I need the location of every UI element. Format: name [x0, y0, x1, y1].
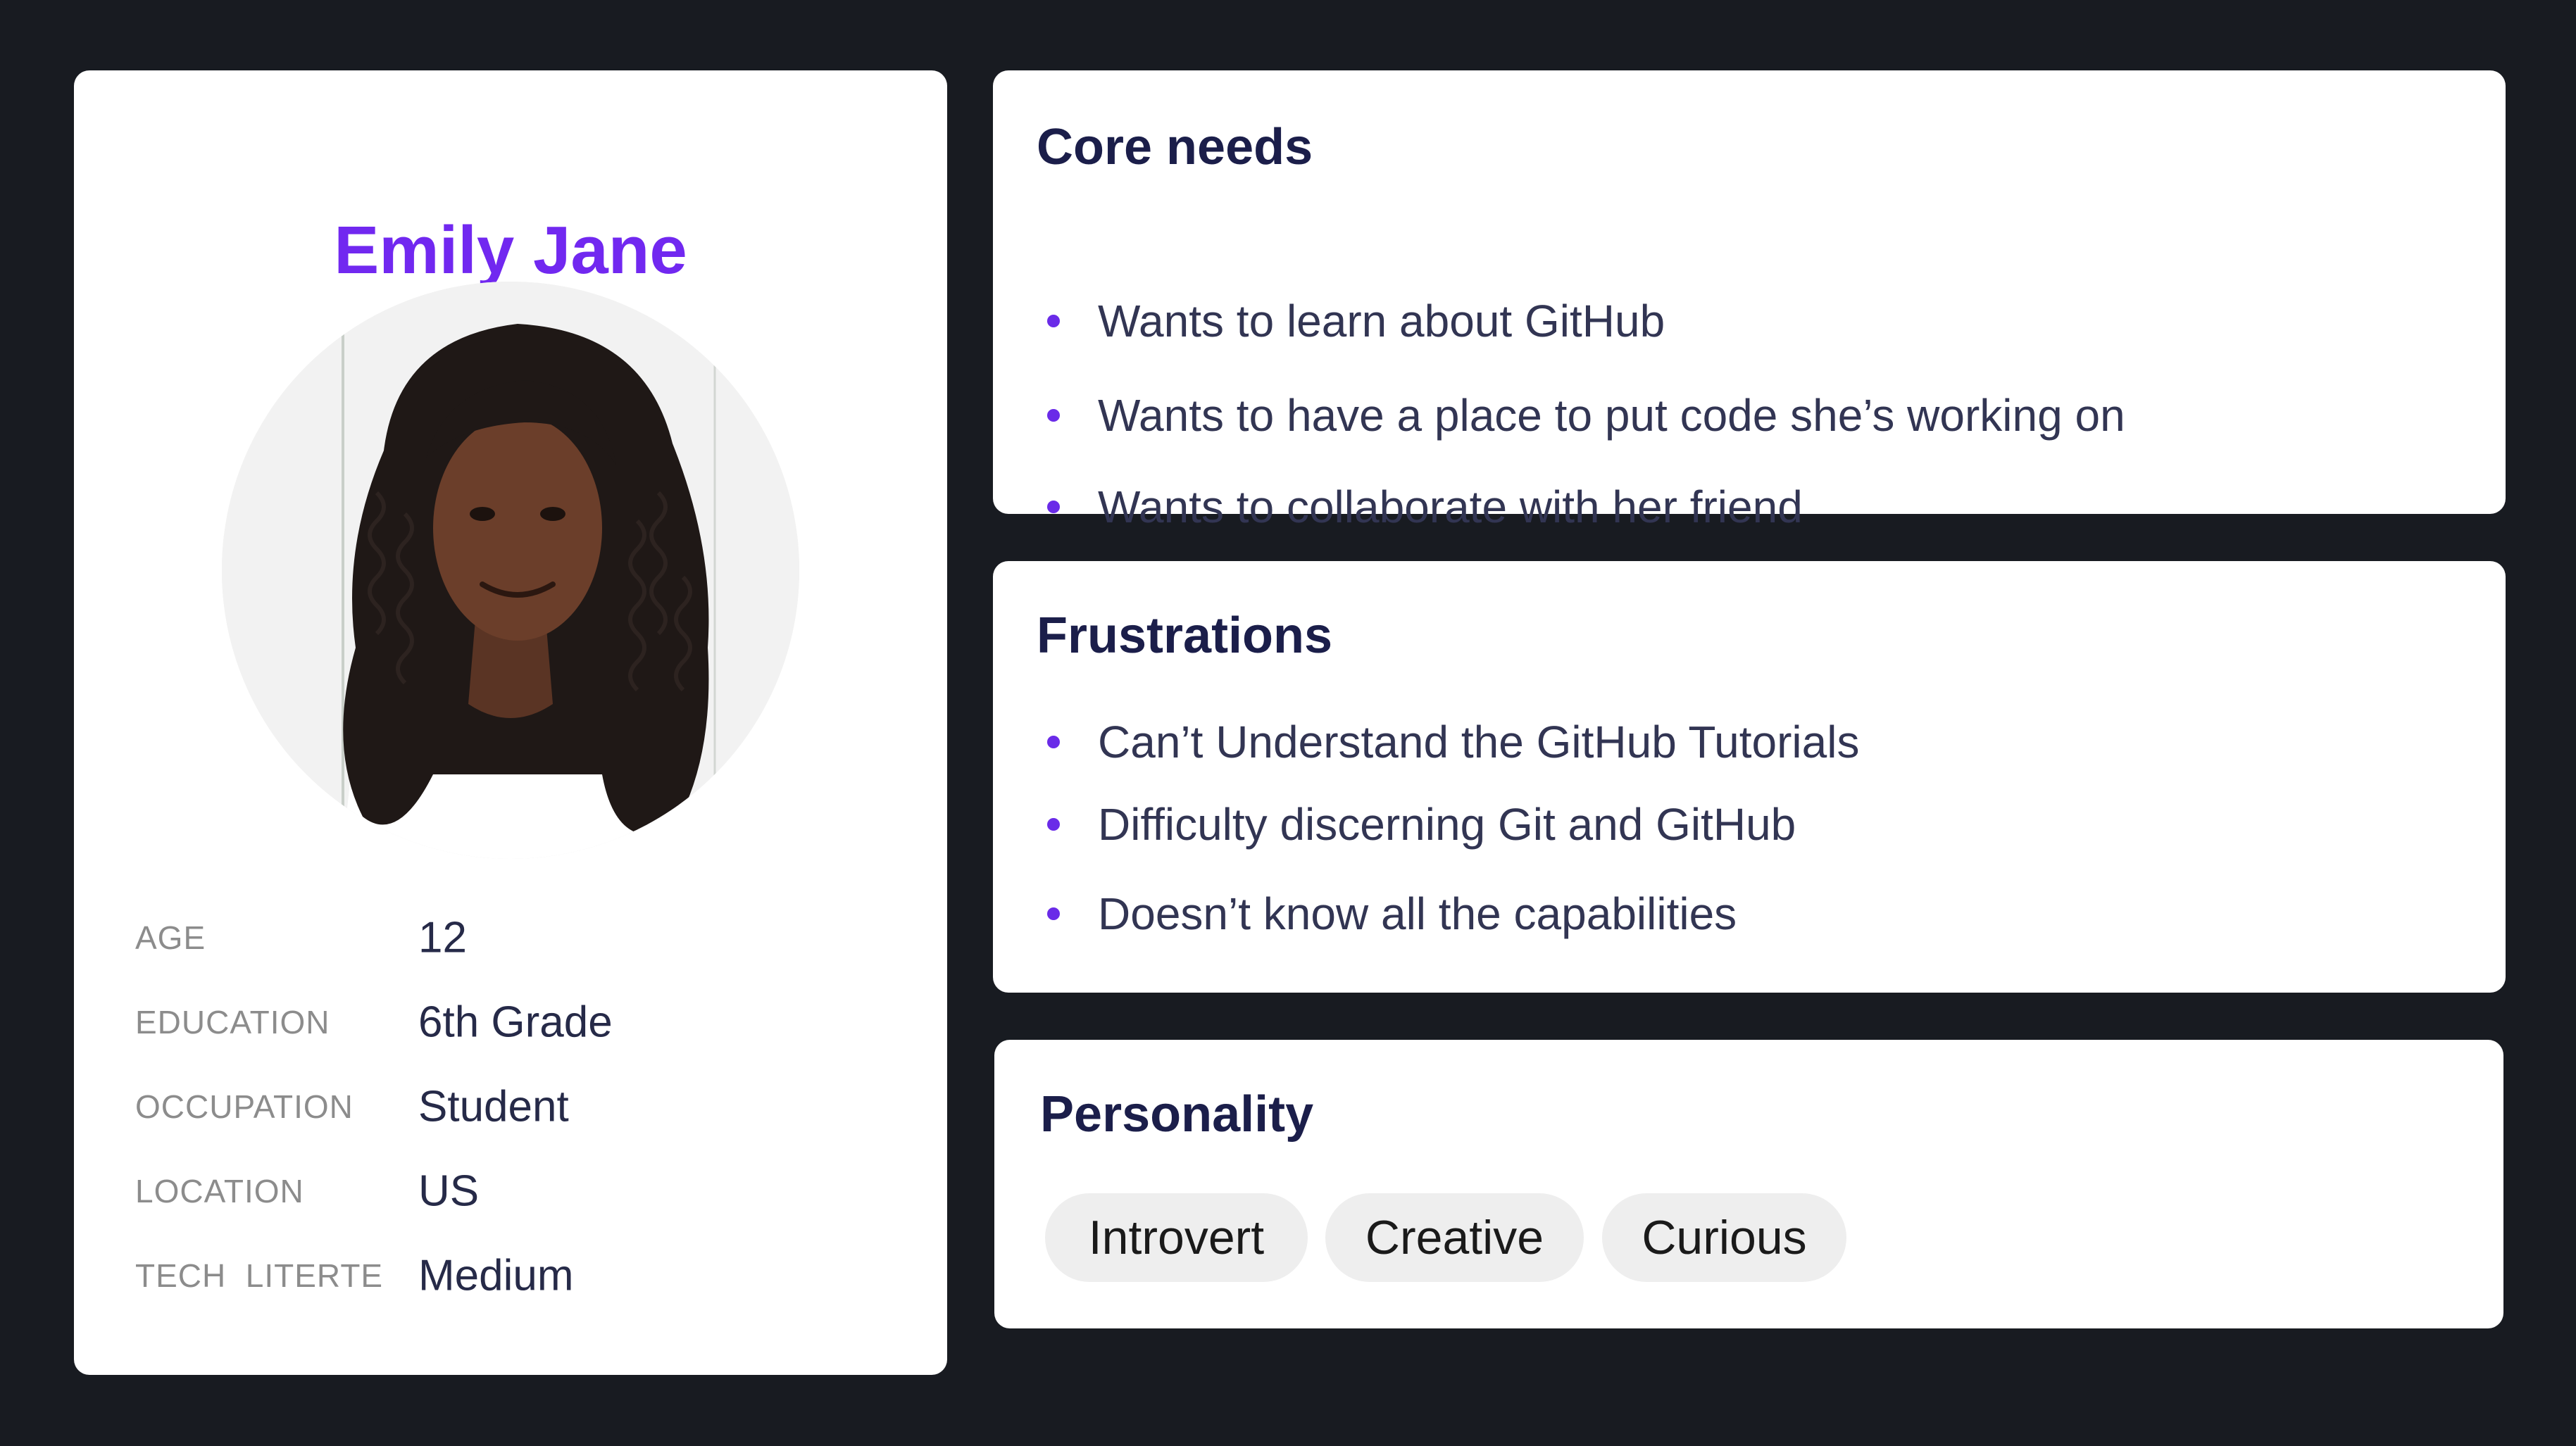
attribute-row-location: LOCATION US — [135, 1156, 910, 1226]
attribute-value: 12 — [418, 913, 467, 962]
attribute-row-education: EDUCATION 6th Grade — [135, 987, 910, 1057]
list-item-text: Wants to collaborate with her friend — [1098, 482, 1803, 532]
personality-tag: Introvert — [1045, 1193, 1308, 1282]
list-item-text: Difficulty discerning Git and GitHub — [1098, 799, 1796, 850]
list-item: Doesn’t know all the capabilities — [1047, 882, 1737, 945]
avatar — [222, 282, 799, 859]
attribute-value: Student — [418, 1082, 569, 1131]
attribute-value: 6th Grade — [418, 998, 613, 1047]
bullet-dot-icon — [1047, 736, 1060, 748]
list-item: Wants to learn about GitHub — [1047, 289, 1665, 353]
attribute-label: EDUCATION — [135, 1004, 330, 1041]
personality-tag: Curious — [1602, 1193, 1846, 1282]
bullet-dot-icon — [1047, 501, 1060, 513]
list-item: Wants to collaborate with her friend — [1047, 475, 1803, 539]
bullet-dot-icon — [1047, 315, 1060, 327]
attribute-row-age: AGE 12 — [135, 903, 910, 973]
avatar-photo — [222, 282, 799, 859]
attribute-row-tech-literacy: TECH LITERTE Medium — [135, 1240, 910, 1311]
attribute-label: AGE — [135, 919, 206, 956]
attribute-value: US — [418, 1167, 480, 1216]
attribute-row-occupation: OCCUPATION Student — [135, 1071, 910, 1142]
bullet-dot-icon — [1047, 409, 1060, 422]
list-item: Wants to have a place to put code she’s … — [1047, 384, 2125, 447]
bullet-dot-icon — [1047, 907, 1060, 920]
personality-title: Personality — [1040, 1086, 1314, 1143]
profile-card: Emily Jane AGE 12 EDUCATION 6th Grade OC… — [74, 70, 947, 1375]
list-item-text: Doesn’t know all the capabilities — [1098, 888, 1737, 939]
list-item-text: Wants to learn about GitHub — [1098, 296, 1665, 346]
list-item-text: Wants to have a place to put code she’s … — [1098, 390, 2125, 441]
personality-tag: Creative — [1325, 1193, 1584, 1282]
attribute-label: TECH LITERTE — [135, 1257, 384, 1294]
attribute-label: LOCATION — [135, 1173, 304, 1209]
personality-card: Personality Introvert Creative Curious — [994, 1040, 2503, 1328]
core-needs-title: Core needs — [1037, 119, 1313, 175]
list-item: Difficulty discerning Git and GitHub — [1047, 793, 1796, 856]
core-needs-card: Core needs Wants to learn about GitHub W… — [993, 70, 2506, 532]
frustrations-title: Frustrations — [1037, 608, 1333, 664]
persona-name: Emily Jane — [334, 213, 687, 288]
list-item: Can’t Understand the GitHub Tutorials — [1047, 710, 1859, 774]
list-item-text: Can’t Understand the GitHub Tutorials — [1098, 717, 1860, 767]
attribute-value: Medium — [418, 1251, 574, 1300]
frustrations-card: Frustrations Can’t Understand the GitHub… — [993, 561, 2506, 993]
bullet-dot-icon — [1047, 818, 1060, 831]
attribute-label: OCCUPATION — [135, 1088, 354, 1125]
